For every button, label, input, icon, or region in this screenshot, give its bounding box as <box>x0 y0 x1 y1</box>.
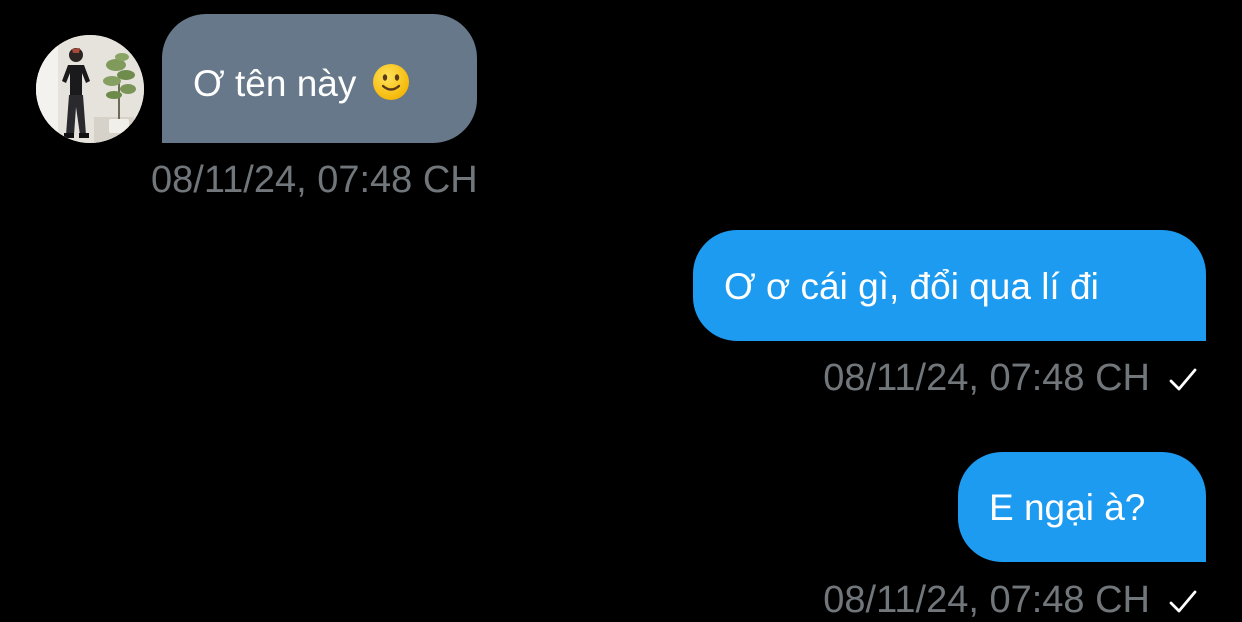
message-text: Ơ ơ cái gì, đổi qua lí đi <box>724 266 1099 307</box>
message-timestamp: 08/11/24, 07:48 CH <box>823 357 1150 399</box>
check-icon <box>1169 368 1197 391</box>
conversation-thread: Ơ tên này 08/11/24, 07:48 CH Ơ ơ cái gì,… <box>0 0 1242 622</box>
message-timestamp: 08/11/24, 07:48 CH <box>823 579 1150 621</box>
message-bubble-received[interactable]: Ơ tên này <box>162 14 477 143</box>
slightly-smiling-face-icon <box>371 62 411 112</box>
message-bubble-sent[interactable]: E ngại à? <box>958 452 1206 562</box>
avatar[interactable] <box>36 35 144 143</box>
message-bubble-sent[interactable]: Ơ ơ cái gì, đổi qua lí đi <box>693 230 1206 341</box>
message-text: E ngại à? <box>989 487 1146 528</box>
check-icon <box>1169 590 1197 613</box>
avatar-photo <box>36 35 144 143</box>
message-timestamp: 08/11/24, 07:48 CH <box>151 159 478 201</box>
message-text: Ơ tên này <box>193 63 357 104</box>
